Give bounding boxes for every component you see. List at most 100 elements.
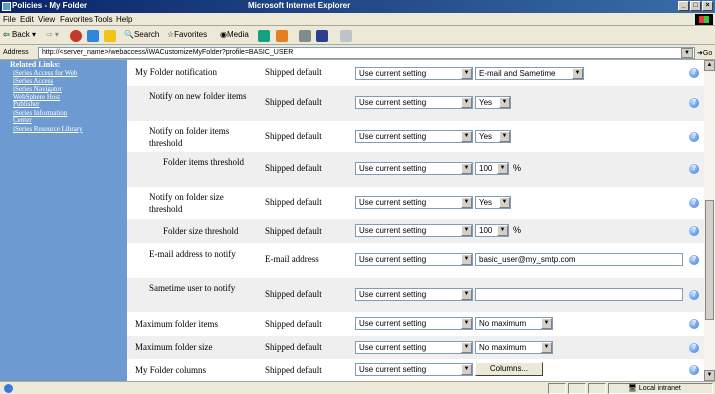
- media-label: Media: [226, 30, 249, 39]
- link-iseries-access[interactable]: iSeries Access: [13, 78, 53, 85]
- table-row: My Folder notification Shipped default U…: [127, 60, 704, 86]
- help-icon[interactable]: ?: [689, 343, 699, 353]
- go-button[interactable]: ➜Go: [697, 49, 712, 57]
- print-icon[interactable]: [299, 30, 311, 42]
- maximize-button[interactable]: □: [690, 1, 701, 11]
- help-icon[interactable]: ?: [689, 198, 699, 208]
- policy-default: Shipped default: [265, 131, 322, 141]
- address-dropdown[interactable]: ▼: [681, 48, 693, 58]
- menu-tools[interactable]: Tools: [94, 15, 113, 24]
- setting-select[interactable]: Use current setting ▼: [355, 288, 473, 301]
- search-button[interactable]: 🔍Search: [124, 30, 159, 39]
- policy-default: Shipped default: [265, 226, 322, 236]
- setting-value: Use current setting: [359, 69, 427, 78]
- value-text: Yes: [479, 198, 493, 207]
- link-iseries-navigator[interactable]: iSeries Navigator: [13, 86, 62, 93]
- help-icon[interactable]: ?: [689, 226, 699, 236]
- word-icon[interactable]: [316, 30, 328, 42]
- setting-select[interactable]: Use current setting ▼: [355, 341, 473, 354]
- sametime-user-field[interactable]: [475, 288, 683, 301]
- help-icon[interactable]: ?: [689, 319, 699, 329]
- table-row: Folder items threshold Shipped default U…: [127, 152, 704, 187]
- columns-button[interactable]: Columns...: [475, 362, 543, 376]
- link-websphere-host-publisher[interactable]: WebSphere Host Publisher: [13, 94, 83, 108]
- vertical-scrollbar[interactable]: ▲ ▼: [704, 60, 715, 381]
- setting-value: Use current setting: [359, 164, 427, 173]
- value-select[interactable]: 100 ▼: [475, 224, 509, 237]
- link-iseries-information-center[interactable]: iSeries Information Center: [13, 110, 83, 124]
- help-icon[interactable]: ?: [689, 365, 699, 375]
- setting-select[interactable]: Use current setting ▼: [355, 317, 473, 330]
- favorites-label: Favorites: [174, 30, 208, 39]
- setting-value: Use current setting: [359, 365, 427, 374]
- setting-select[interactable]: Use current setting ▼: [355, 130, 473, 143]
- related-links-heading: Related Links:: [10, 60, 61, 69]
- setting-select[interactable]: Use current setting ▼: [355, 67, 473, 80]
- value-select[interactable]: No maximum ▼: [475, 341, 553, 354]
- policy-default: Shipped default: [265, 97, 322, 107]
- scroll-thumb[interactable]: [705, 200, 714, 320]
- menu-bar: File Edit View Favorites Tools Help: [0, 13, 715, 26]
- setting-value: Use current setting: [359, 198, 427, 207]
- link-iseries-access-for-web[interactable]: iSeries Access for Web: [13, 70, 77, 77]
- value-select[interactable]: 100 ▼: [475, 162, 509, 175]
- search-icon: 🔍: [124, 30, 134, 39]
- minimize-button[interactable]: _: [678, 1, 689, 11]
- value-text: No maximum: [479, 343, 527, 352]
- chevron-down-icon: ▼: [497, 225, 508, 236]
- policy-label: Notify on new folder items: [149, 91, 247, 101]
- go-label: Go: [702, 50, 713, 57]
- home-icon[interactable]: [104, 30, 116, 42]
- value-select[interactable]: Yes ▼: [475, 96, 511, 109]
- setting-select[interactable]: Use current setting ▼: [355, 196, 473, 209]
- refresh-icon[interactable]: [87, 30, 99, 42]
- forward-button[interactable]: ⇨ ▾: [46, 30, 59, 39]
- chevron-down-icon: ▼: [499, 131, 510, 142]
- menu-favorites[interactable]: Favorites: [60, 15, 93, 24]
- favorites-button[interactable]: ☆Favorites: [167, 30, 207, 39]
- policy-label: Notify on folder items threshold: [149, 126, 230, 148]
- value-text: 100: [479, 226, 493, 235]
- discuss-icon[interactable]: [340, 30, 352, 42]
- policy-default: Shipped default: [265, 289, 322, 299]
- scroll-up-icon[interactable]: ▲: [704, 60, 715, 71]
- value-select[interactable]: E-mail and Sametime ▼: [475, 67, 584, 80]
- chevron-down-icon: ▼: [541, 342, 552, 353]
- link-iseries-resource-library[interactable]: iSeries Resource Library: [13, 126, 83, 133]
- help-icon[interactable]: ?: [689, 68, 699, 78]
- help-icon[interactable]: ?: [689, 132, 699, 142]
- help-icon[interactable]: ?: [689, 164, 699, 174]
- close-button[interactable]: ×: [702, 1, 713, 11]
- menu-edit[interactable]: Edit: [20, 15, 34, 24]
- setting-select[interactable]: Use current setting ▼: [355, 224, 473, 237]
- mail-icon[interactable]: [276, 30, 288, 42]
- media-button[interactable]: ◉Media: [220, 30, 249, 39]
- help-icon[interactable]: ?: [689, 290, 699, 300]
- policy-label: Maximum folder size: [135, 342, 213, 352]
- chevron-down-icon: ▼: [461, 163, 472, 174]
- menu-help[interactable]: Help: [116, 15, 132, 24]
- value-select[interactable]: Yes ▼: [475, 196, 511, 209]
- setting-select[interactable]: Use current setting ▼: [355, 162, 473, 175]
- menu-file[interactable]: File: [3, 15, 16, 24]
- setting-select[interactable]: Use current setting ▼: [355, 253, 473, 266]
- value-select[interactable]: No maximum ▼: [475, 317, 553, 330]
- history-icon[interactable]: [258, 30, 270, 42]
- value-select[interactable]: Yes ▼: [475, 130, 511, 143]
- back-button[interactable]: ⇦ Back ▾: [3, 30, 36, 39]
- setting-select[interactable]: Use current setting ▼: [355, 96, 473, 109]
- stop-icon[interactable]: [70, 30, 82, 42]
- email-field[interactable]: basic_user@my_smtp.com: [475, 253, 683, 266]
- policy-label: My Folder notification: [135, 67, 217, 77]
- setting-select[interactable]: Use current setting ▼: [355, 363, 473, 376]
- chevron-down-icon: ▼: [499, 97, 510, 108]
- address-field[interactable]: http://<server_name>/webaccess/iWACustom…: [38, 47, 695, 59]
- scroll-down-icon[interactable]: ▼: [704, 370, 715, 381]
- help-icon[interactable]: ?: [689, 255, 699, 265]
- menu-view[interactable]: View: [38, 15, 55, 24]
- help-icon[interactable]: ?: [689, 98, 699, 108]
- policy-label: Maximum folder items: [135, 319, 218, 329]
- chevron-down-icon: ▼: [572, 68, 583, 79]
- setting-value: Use current setting: [359, 132, 427, 141]
- policies-table: My Folder notification Shipped default U…: [127, 60, 704, 381]
